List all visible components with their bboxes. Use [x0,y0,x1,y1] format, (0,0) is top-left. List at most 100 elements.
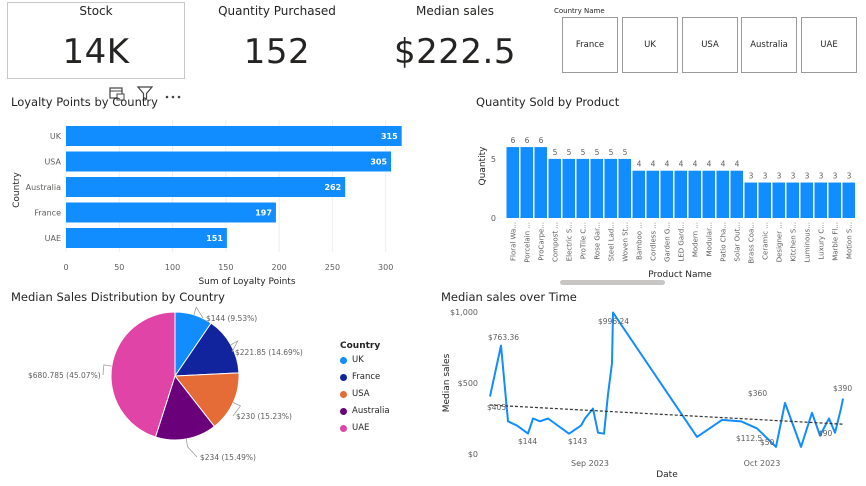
y-axis-title: Country [12,171,22,207]
bar [744,182,757,218]
y-tick-label: UK [50,132,62,141]
bar [520,147,533,218]
bar [828,182,841,218]
x-tick-label: ProTile C... [580,222,588,259]
data-label: 3 [805,172,810,181]
x-tick-label: Compost ... [552,222,560,262]
data-label: 3 [749,172,754,181]
slice-label: $144 (9.53%) [206,314,257,323]
bar [66,177,346,197]
data-label: 4 [679,160,684,169]
data-label: 5 [567,148,572,157]
data-label: $143 [568,437,587,446]
data-label: 197 [255,209,272,218]
x-tick-label: Modern ... [692,222,700,257]
legend-dot [340,390,347,398]
data-label: $405 [487,403,506,412]
leader-line [102,364,112,376]
bar [646,170,659,218]
x-tick-label: Designer ... [776,222,784,262]
legend-item-uk[interactable]: UK [340,355,364,365]
x-axis-title: Sum of Loyalty Points [198,277,295,287]
pie-legend-title: Country [340,341,381,351]
data-label: $390 [833,384,852,393]
slicer-option-france[interactable]: France [562,17,618,73]
bar [562,158,575,218]
bar [506,147,519,218]
slicer-option-australia[interactable]: Australia [741,17,797,73]
x-tick-label: Brass Coa... [748,222,756,264]
y-tick-label: USA [44,158,61,167]
bar [842,182,855,218]
product-chart-title: Quantity Sold by Product [476,95,620,109]
x-tick-label: Motion S... [846,222,854,259]
x-tick-label: Woven St... [622,222,630,262]
x-tick-label: Luxury C... [818,222,826,260]
product-chart: 056Floral Wa...6Porcelain ...6ProCarpe..… [478,136,855,285]
x-tick-label: Porcelain ... [524,222,532,263]
legend-dot [340,373,347,381]
bar [548,158,561,218]
y-axis-title: Quantity [478,146,488,186]
legend-label: UK [352,355,364,365]
legend-item-uae[interactable]: UAE [340,423,369,433]
data-label: $112.5 [736,434,762,443]
data-label: $996.24 [598,317,629,326]
data-label: 4 [707,160,712,169]
leader-line [185,438,198,458]
bar [702,170,715,218]
y-tick-label: France [34,209,61,218]
bar [730,170,743,218]
data-label: $50 [760,438,775,447]
x-tick-label: Floral Wa... [510,222,518,261]
bar [674,170,687,218]
data-label: 6 [525,136,530,145]
x-tick-label: Patio Cha... [720,222,728,262]
bar [576,158,589,218]
x-tick-label: 100 [165,263,180,272]
median-value: $222.5 [394,32,516,72]
data-label: 151 [206,234,223,243]
data-label: 4 [721,160,726,169]
bar [716,170,729,218]
legend-item-australia[interactable]: Australia [340,406,390,416]
pie-chart: $144 (9.53%) $221.85 (14.69%) $230 (15.23%… [28,306,303,462]
slice-label: $680.785 (45.07%) [28,371,101,380]
data-label: 6 [511,136,516,145]
data-label: 4 [693,160,698,169]
x-tick-label: 250 [325,263,340,272]
data-label: $763.36 [488,333,519,342]
legend-item-france[interactable]: France [340,372,380,382]
bar [66,202,276,223]
x-tick-label: Oct 2023 [744,459,781,468]
bar [772,182,785,218]
slice-label: $221.85 (14.69%) [235,348,303,357]
data-label: 5 [595,148,600,157]
series-line [489,311,844,448]
data-label: 3 [833,172,838,181]
data-label: 6 [539,136,544,145]
data-label: 3 [847,172,852,181]
data-label: 4 [665,160,670,169]
median-title: Median sales [415,4,495,18]
bar [66,228,227,248]
slicer-option-uae[interactable]: UAE [801,17,857,73]
slice-label: $234 (15.49%) [200,453,256,462]
data-label: $90 [818,429,833,438]
slicer-option-usa[interactable]: USA [682,17,738,73]
legend-item-usa[interactable]: USA [340,389,370,399]
bar [632,170,645,218]
quantity-value: 152 [243,32,311,72]
x-tick-label: 300 [378,263,393,272]
loyalty-chart: 0 50 100 150 200 250 300 UK 315 USA 305 Australia 26… [12,120,402,287]
bar [534,147,547,218]
slicer-option-uk[interactable]: UK [622,17,678,73]
legend-label: France [352,372,381,382]
more-options-icon[interactable] [164,87,182,99]
x-tick-label: Sep 2023 [571,459,609,468]
legend-dot [340,356,347,364]
data-label: 3 [777,172,782,181]
legend-dot [340,424,347,432]
data-label: $144 [518,437,537,446]
y-tick-label: 0 [491,214,496,223]
